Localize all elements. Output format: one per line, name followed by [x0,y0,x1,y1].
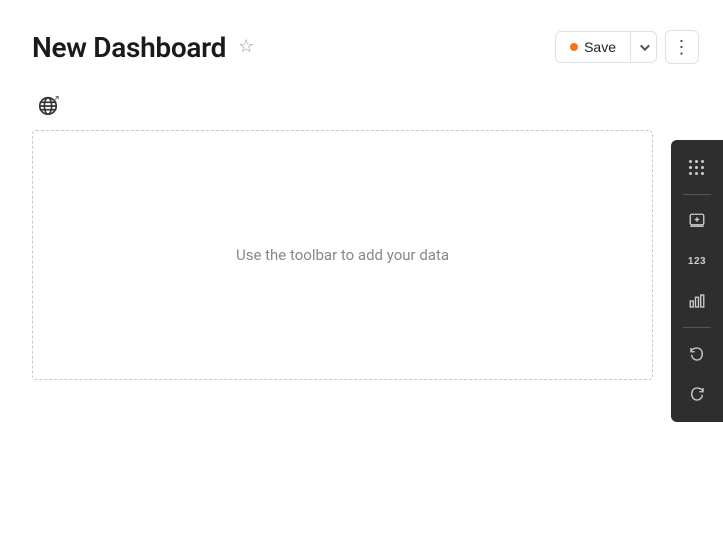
more-options-button[interactable]: ⋮ [665,30,699,64]
globe-arrow-icon: ↗ [52,94,60,105]
sidebar-undo-button[interactable] [679,336,715,372]
add-panel-icon [688,212,706,230]
canvas-area: Use the toolbar to add your data [32,130,653,380]
grid-icon [689,160,705,176]
toolbar-row: ↗ [0,90,723,130]
star-icon[interactable]: ☆ [238,38,254,56]
sidebar-grid-button[interactable] [679,150,715,186]
sidebar-add-panel-button[interactable] [679,203,715,239]
redo-icon [688,385,706,403]
number-label: 123 [688,256,706,267]
save-dropdown-button[interactable] [631,37,656,58]
sidebar-divider-1 [683,194,711,195]
right-sidebar: 123 [671,140,723,422]
page-title: New Dashboard [32,31,226,64]
sidebar-redo-button[interactable] [679,376,715,412]
save-button-group: Save [555,31,657,63]
sidebar-chart-button[interactable] [679,283,715,319]
sidebar-number-button[interactable]: 123 [679,243,715,279]
empty-state-message: Use the toolbar to add your data [236,246,449,264]
chevron-down-icon [640,41,650,51]
chart-icon [688,292,706,310]
datasource-button[interactable]: ↗ [32,90,64,122]
sidebar-divider-2 [683,327,711,328]
header: New Dashboard ☆ Save ⋮ [0,0,723,90]
save-button[interactable]: Save [556,32,631,62]
save-status-dot [570,43,578,51]
header-left: New Dashboard ☆ [32,31,254,64]
undo-icon [688,345,706,363]
header-right: Save ⋮ [555,30,699,64]
save-label: Save [584,39,616,55]
